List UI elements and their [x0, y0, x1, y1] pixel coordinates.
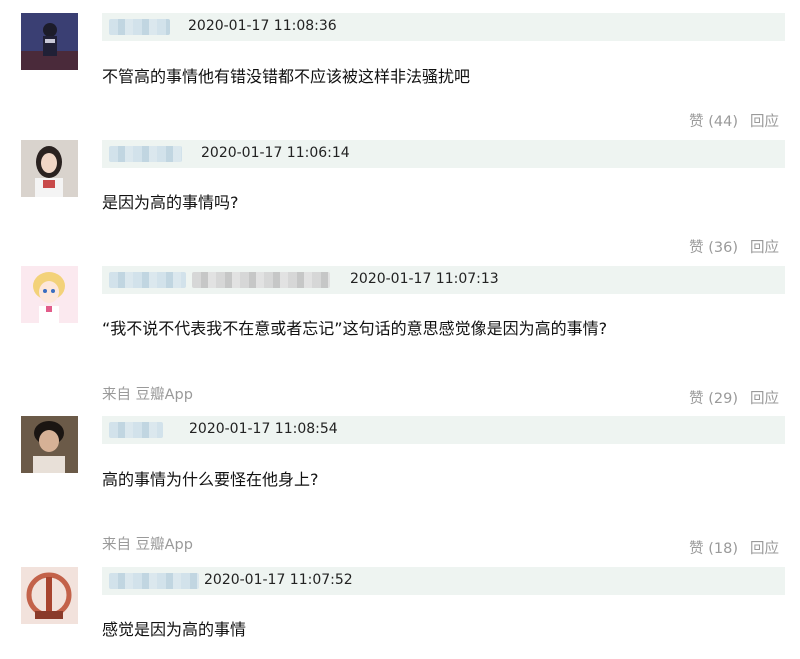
comment-meta-bar: 2020-01-17 11:07:52 [102, 567, 785, 595]
reply-button[interactable]: 回应 [750, 391, 779, 407]
like-button[interactable]: 赞 (29) [689, 391, 738, 407]
comment-item: 2020-01-17 11:08:36 不管高的事情他有错没错都不应该被这样非法… [0, 13, 800, 133]
comment-meta-bar: 2020-01-17 11:08:54 [102, 416, 785, 444]
username-blurred[interactable] [109, 422, 163, 438]
comment-timestamp: 2020-01-17 11:06:14 [201, 145, 350, 161]
comment-meta-bar: 2020-01-17 11:07:13 [102, 266, 785, 294]
comment-meta-bar: 2020-01-17 11:08:36 [102, 13, 785, 41]
comment-source: 来自 豆瓣App [102, 387, 193, 403]
comment-text: 高的事情为什么要怪在他身上? [102, 470, 319, 489]
comment-actions: 赞 (29) 回应 [689, 387, 779, 408]
reply-button[interactable]: 回应 [750, 541, 779, 557]
comment-text: 不管高的事情他有错没错都不应该被这样非法骚扰吧 [102, 67, 471, 86]
username-blurred[interactable] [109, 19, 170, 35]
comment-text: 感觉是因为高的事情 [102, 620, 247, 639]
like-button[interactable]: 赞 (18) [689, 541, 738, 557]
avatar[interactable] [21, 567, 78, 624]
comment-item: 2020-01-17 11:06:14 是因为高的事情吗? 赞 (36) 回应 [0, 140, 800, 260]
username-blurred[interactable] [109, 573, 199, 589]
comment-meta-bar: 2020-01-17 11:06:14 [102, 140, 785, 168]
comment-text: 是因为高的事情吗? [102, 193, 239, 212]
comment-text: “我不说不代表我不在意或者忘记”这句话的意思感觉像是因为高的事情? [102, 319, 608, 338]
comment-item: 2020-01-17 11:07:52 感觉是因为高的事情 [0, 567, 800, 659]
comment-timestamp: 2020-01-17 11:07:52 [204, 572, 353, 588]
comment-source: 来自 豆瓣App [102, 537, 193, 553]
comment-item: 2020-01-17 11:08:54 高的事情为什么要怪在他身上? 来自 豆瓣… [0, 416, 800, 561]
avatar[interactable] [21, 140, 78, 197]
username-blurred[interactable] [109, 272, 186, 288]
comment-timestamp: 2020-01-17 11:07:13 [350, 271, 499, 287]
avatar[interactable] [21, 416, 78, 473]
username-blurred[interactable] [192, 272, 330, 288]
comment-item: 2020-01-17 11:07:13 “我不说不代表我不在意或者忘记”这句话的… [0, 266, 800, 411]
avatar[interactable] [21, 266, 78, 323]
reply-button[interactable]: 回应 [750, 114, 779, 130]
comment-timestamp: 2020-01-17 11:08:36 [188, 18, 337, 34]
comment-actions: 赞 (44) 回应 [689, 110, 779, 131]
comment-timestamp: 2020-01-17 11:08:54 [189, 421, 338, 437]
username-blurred[interactable] [109, 146, 182, 162]
like-button[interactable]: 赞 (36) [689, 240, 738, 256]
avatar[interactable] [21, 13, 78, 70]
comment-actions: 赞 (18) 回应 [689, 537, 779, 558]
comment-actions: 赞 (36) 回应 [689, 236, 779, 257]
reply-button[interactable]: 回应 [750, 240, 779, 256]
like-button[interactable]: 赞 (44) [689, 114, 738, 130]
